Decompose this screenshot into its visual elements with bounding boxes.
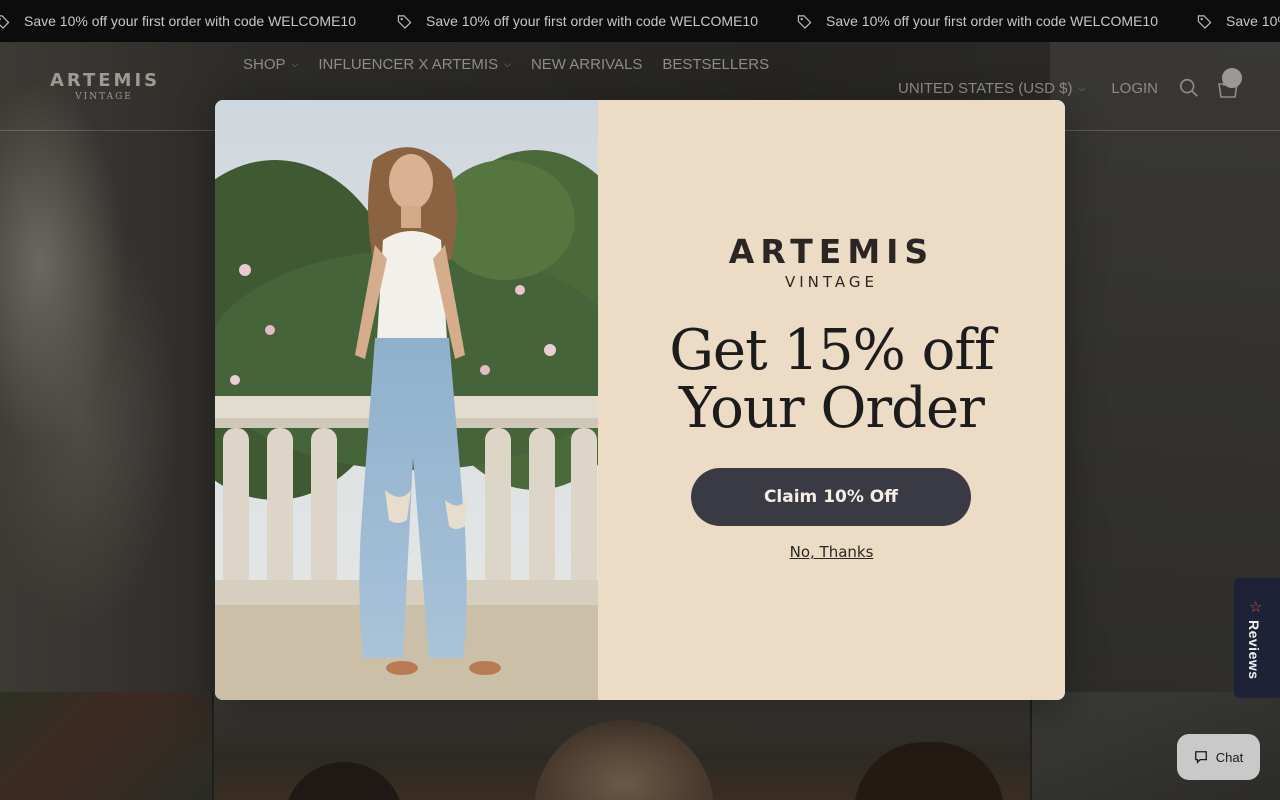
nav-item-new-arrivals[interactable]: NEW ARRIVALS [531, 56, 642, 73]
announcement-bar: Save 10% off your first order with code … [0, 0, 1280, 42]
lower-image-left [0, 692, 212, 800]
announcement-item: Save 10% off your first order with code … [0, 13, 356, 29]
claim-discount-button[interactable]: Claim 10% Off [691, 468, 971, 526]
search-icon[interactable] [1178, 77, 1200, 99]
horse-silhouette [284, 762, 404, 800]
nav-item-label: BESTSELLERS [662, 56, 770, 73]
main-nav: SHOP ⌵ INFLUENCER X ARTEMIS ⌵ NEW ARRIVA… [243, 56, 769, 73]
horse-silhouette-2 [854, 742, 1004, 800]
chat-button-label: Chat [1215, 749, 1244, 765]
chevron-down-icon: ⌵ [504, 59, 511, 69]
lower-image-strip [0, 692, 1280, 800]
chat-button[interactable]: Chat [1177, 734, 1260, 780]
popup-brand-subtitle: VINTAGE [784, 273, 878, 291]
nav-item-shop[interactable]: SHOP ⌵ [243, 56, 298, 73]
decline-link[interactable]: No, Thanks [598, 543, 1065, 561]
popup-content: ARTEMIS VINTAGE Get 15% off Your Order C… [598, 100, 1065, 700]
tag-icon [797, 14, 812, 29]
login-link[interactable]: LOGIN [1111, 80, 1158, 97]
reviews-tab-label: Reviews [1246, 620, 1262, 680]
announcement-text: Save 10% off your first order with code … [426, 13, 758, 29]
star-icon: ☆ [1249, 599, 1263, 616]
country-selector-label: UNITED STATES (USD $) [898, 79, 1073, 97]
chevron-down-icon: ⌵ [291, 59, 299, 69]
header-logo[interactable]: ARTEMIS VINTAGE [50, 70, 158, 102]
header-actions: UNITED STATES (USD $) ⌵ LOGIN [898, 76, 1240, 100]
model-photo-illustration [215, 100, 598, 700]
announcement-text: Save 10% off your first order with code … [24, 13, 356, 29]
nav-item-bestsellers[interactable]: BESTSELLERS [662, 56, 769, 73]
announcement-item: Save 10% [1197, 13, 1280, 29]
lower-image-center [214, 692, 1030, 800]
nav-item-label: INFLUENCER X ARTEMIS [318, 56, 499, 73]
country-selector[interactable]: UNITED STATES (USD $) ⌵ [898, 80, 1085, 97]
popup-headline: Get 15% off Your Order [598, 322, 1065, 438]
tag-icon [0, 14, 10, 29]
announcement-item: Save 10% off your first order with code … [397, 13, 758, 29]
nav-item-influencer[interactable]: INFLUENCER X ARTEMIS ⌵ [318, 56, 511, 73]
chat-bubble-icon [1194, 751, 1207, 764]
nav-item-label: SHOP [243, 56, 286, 73]
tag-icon [397, 14, 412, 29]
model-head [534, 720, 714, 800]
announcement-item: Save 10% off your first order with code … [797, 13, 1158, 29]
logo-wordmark: ARTEMIS [50, 70, 161, 91]
announcement-text-partial: Save 10% [1226, 13, 1280, 29]
popup-brand-wordmark: ARTEMIS [728, 232, 935, 271]
popup-brand-logo: ARTEMIS VINTAGE [598, 232, 1065, 291]
chevron-down-icon: ⌵ [1078, 82, 1086, 93]
reviews-tab[interactable]: ☆ Reviews [1234, 578, 1280, 698]
nav-item-label: NEW ARRIVALS [530, 56, 643, 73]
cart-count-badge [1222, 68, 1242, 88]
tag-icon [1197, 14, 1212, 29]
popup-headline-line2: Your Order [679, 376, 985, 441]
discount-popup: ARTEMIS VINTAGE Get 15% off Your Order C… [215, 100, 1065, 700]
logo-subtitle: VINTAGE [75, 92, 133, 102]
popup-headline-line1: Get 15% off [669, 318, 995, 383]
popup-photo [215, 100, 598, 700]
announcement-text: Save 10% off your first order with code … [826, 13, 1158, 29]
